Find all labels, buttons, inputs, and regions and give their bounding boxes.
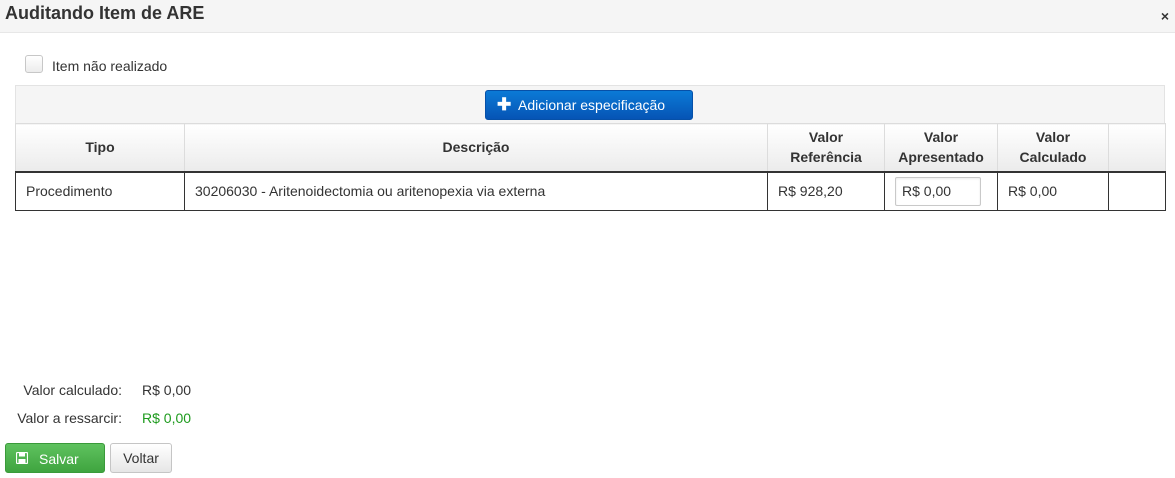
cell-tipo: Procedimento: [15, 171, 185, 211]
table-toolbar: ✚ Adicionar especificação: [15, 85, 1165, 124]
floppy-disk-icon: [16, 452, 28, 464]
close-icon[interactable]: ×: [1161, 8, 1169, 24]
item-nao-realizado-label: Item não realizado: [52, 58, 168, 74]
plus-icon: ✚: [497, 95, 512, 114]
table-header-row: Tipo Descrição Valor Referência Valor Ap…: [15, 123, 1166, 173]
cell-valor-apresentado: [884, 171, 998, 211]
dialog-header: Auditando Item de ARE ×: [0, 0, 1175, 33]
header-valor-referencia: Valor Referência: [767, 123, 885, 173]
add-specification-button[interactable]: ✚ Adicionar especificação: [485, 90, 693, 120]
dialog-title: Auditando Item de ARE: [5, 3, 205, 23]
header-valor-apresentado-line1: Valor: [923, 129, 959, 146]
header-descricao: Descrição: [184, 123, 768, 173]
table-row: Procedimento 30206030 - Aritenoidectomia…: [15, 171, 1166, 211]
valor-apresentado-input[interactable]: [895, 176, 981, 206]
add-specification-label: Adicionar especificação: [518, 97, 666, 113]
valor-calculado-value: R$ 0,00: [142, 382, 192, 398]
header-valor-referencia-line2: Referência: [790, 149, 862, 166]
cell-valor-calculado: R$ 0,00: [997, 171, 1109, 211]
valor-ressarcir-value: R$ 0,00: [142, 410, 192, 426]
valor-ressarcir-label: Valor a ressarcir:: [17, 410, 122, 426]
header-acoes: [1108, 123, 1166, 173]
header-valor-apresentado-line2: Apresentado: [898, 149, 984, 166]
save-button[interactable]: Salvar: [5, 443, 105, 473]
cell-valor-referencia: R$ 928,20: [767, 171, 885, 211]
back-button[interactable]: Voltar: [110, 443, 172, 473]
header-valor-calculado: Valor Calculado: [997, 123, 1109, 173]
header-valor-calculado-line2: Calculado: [1019, 149, 1087, 166]
save-label: Salvar: [39, 451, 79, 467]
cell-descricao: 30206030 - Aritenoidectomia ou aritenope…: [184, 171, 768, 211]
specification-table: Tipo Descrição Valor Referência Valor Ap…: [15, 123, 1166, 211]
item-nao-realizado-checkbox[interactable]: [25, 55, 43, 73]
header-valor-calculado-line1: Valor: [1035, 129, 1071, 146]
header-tipo: Tipo: [15, 123, 185, 173]
valor-calculado-label: Valor calculado:: [23, 382, 122, 398]
header-valor-referencia-line1: Valor: [808, 129, 844, 146]
cell-acoes: [1108, 171, 1166, 211]
header-valor-apresentado: Valor Apresentado: [884, 123, 998, 173]
